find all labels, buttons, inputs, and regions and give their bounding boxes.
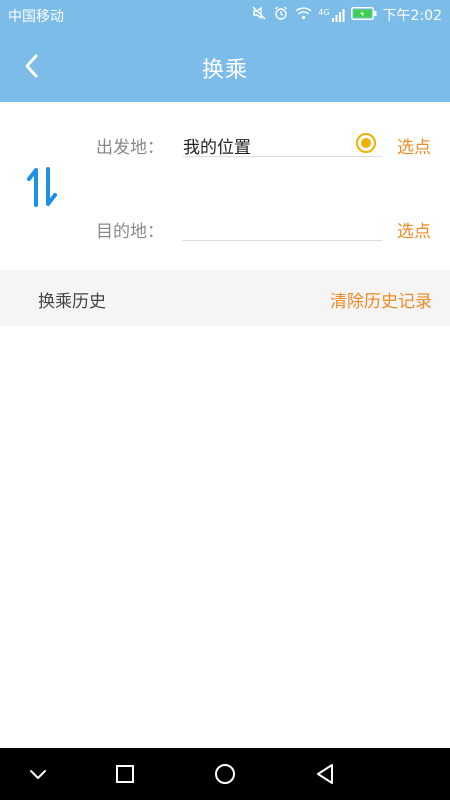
origin-pick-link[interactable]: 选点 <box>397 133 431 158</box>
history-title: 换乘历史 <box>38 292 106 312</box>
status-icons: 4G 下午2:02 <box>251 4 442 26</box>
destination-pick-link[interactable]: 选点 <box>397 217 431 242</box>
destination-label: 目的地： <box>96 222 164 242</box>
history-header: 换乘历史 清除历史记录 <box>0 270 450 326</box>
nav-collapse-button[interactable] <box>24 760 52 788</box>
title-bar: 换乘 <box>0 30 450 102</box>
route-form: 出发地： 我的位置 选点 目的地： 选点 <box>0 102 450 270</box>
triangle-back-icon <box>317 764 333 784</box>
radio-selected-dot <box>361 138 371 148</box>
transfer-screen: 中国移动 4G 下午2:02 换乘 出发地： 我的位置 选点 目的地： 选点 换… <box>0 0 450 800</box>
page-title: 换乘 <box>201 58 248 83</box>
mute-icon <box>251 5 267 25</box>
nav-home-button[interactable] <box>211 760 239 788</box>
signal-icon: 4G <box>318 8 345 22</box>
swap-button[interactable] <box>22 164 62 210</box>
history-list <box>0 326 450 748</box>
square-icon <box>116 765 134 783</box>
origin-value[interactable]: 我的位置 <box>183 133 251 158</box>
system-nav-bar <box>0 748 450 800</box>
nav-back-button[interactable] <box>311 760 339 788</box>
status-bar: 中国移动 4G 下午2:02 <box>0 0 450 30</box>
clock-time: 下午2:02 <box>382 8 442 24</box>
circle-icon <box>215 764 235 784</box>
battery-icon <box>350 6 377 24</box>
clear-history-button[interactable]: 清除历史记录 <box>330 287 432 312</box>
destination-field[interactable] <box>182 212 382 241</box>
alarm-icon <box>273 5 289 25</box>
swap-vertical-icon <box>27 167 57 207</box>
carrier-name: 中国移动 <box>8 9 64 25</box>
nav-recents-button[interactable] <box>111 760 139 788</box>
chevron-down-icon <box>30 770 46 779</box>
wifi-icon <box>295 6 312 24</box>
origin-label: 出发地： <box>96 138 164 158</box>
current-location-radio[interactable] <box>356 133 376 153</box>
network-type: 4G <box>318 8 330 17</box>
